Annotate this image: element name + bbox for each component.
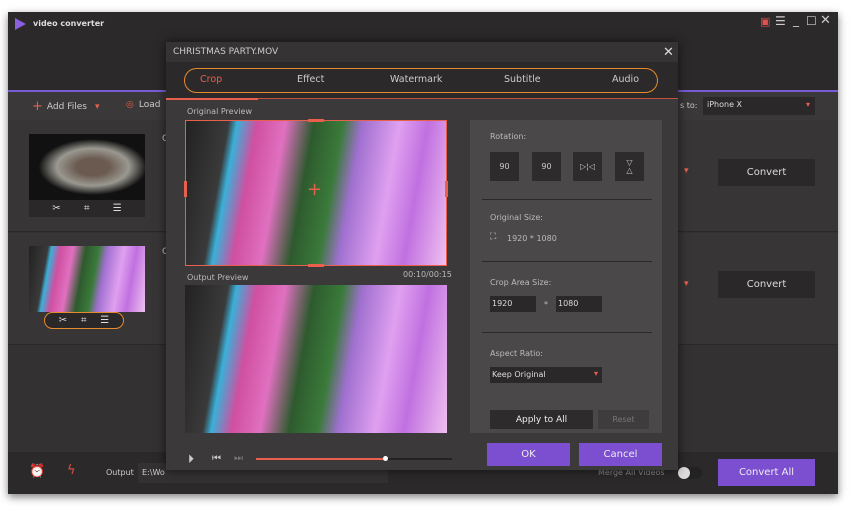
- crop-handle[interactable]: [184, 181, 187, 197]
- minimize-icon[interactable]: _: [793, 13, 799, 27]
- aspect-ratio-value: Keep Original: [492, 370, 546, 379]
- scissors-icon[interactable]: ✂: [59, 315, 67, 326]
- tab-crop[interactable]: Crop: [200, 74, 222, 85]
- rotate-right-button[interactable]: 90: [532, 152, 561, 181]
- plus-icon: +: [32, 99, 43, 114]
- divider: [482, 261, 652, 262]
- logo-icon: [15, 18, 26, 30]
- chevron-down-icon[interactable]: ▾: [684, 279, 689, 289]
- crop-width-input[interactable]: 1920: [490, 296, 536, 312]
- output-preview: [185, 285, 447, 433]
- apply-to-all-button[interactable]: Apply to All: [490, 410, 593, 429]
- original-size-label: Original Size:: [490, 213, 543, 222]
- tab-audio[interactable]: Audio: [612, 74, 639, 85]
- flip-vertical-icon: ▽ △: [626, 157, 633, 175]
- convert-button[interactable]: Convert: [718, 159, 815, 186]
- next-icon[interactable]: ⏭: [234, 453, 243, 464]
- chevron-down-icon[interactable]: ▾: [95, 102, 100, 112]
- format-select[interactable]: iPhone X ▾: [703, 97, 815, 115]
- close-icon[interactable]: ✕: [820, 13, 831, 28]
- thumbnail-tools: ✂ ⌗ ☰: [29, 200, 145, 217]
- time-readout: 00:10/00:15: [403, 270, 452, 279]
- load-label: Load: [138, 100, 161, 110]
- previous-icon[interactable]: ⏮: [212, 453, 221, 464]
- tab-subtitle[interactable]: Subtitle: [504, 74, 541, 85]
- reset-button[interactable]: Reset: [598, 410, 649, 429]
- menu-icon[interactable]: ☰: [775, 14, 786, 28]
- output-path: E:\Wo: [142, 468, 165, 477]
- tab-bar: Crop Effect Watermark Subtitle Audio: [166, 62, 678, 98]
- format-value: iPhone X: [707, 100, 743, 109]
- crop-height-value: 1080: [558, 299, 579, 308]
- chevron-down-icon: ▾: [593, 369, 598, 378]
- load-button[interactable]: ◎ Load: [126, 100, 160, 110]
- thumbnail-tools: ✂ ⌗ ☰: [44, 312, 124, 329]
- crop-height-input[interactable]: 1080: [556, 296, 602, 312]
- add-files-button[interactable]: + Add Files ▾: [32, 99, 99, 114]
- maximize-icon[interactable]: ☐: [806, 14, 817, 28]
- divider: [482, 199, 652, 200]
- convert-to-label: s to:: [680, 101, 698, 110]
- divider: [482, 332, 652, 333]
- gift-icon[interactable]: ▣: [760, 15, 770, 28]
- fullscreen-icon: ⛶: [490, 232, 497, 242]
- output-preview-label: Output Preview: [187, 273, 249, 282]
- lightning-icon[interactable]: ϟ: [67, 463, 76, 478]
- slider-thumb[interactable]: [383, 456, 389, 461]
- close-icon[interactable]: ✕: [663, 45, 674, 60]
- app-title: video converter: [33, 19, 105, 28]
- rotate-right-icon: 90: [541, 162, 552, 171]
- aspect-ratio-label: Aspect Ratio:: [490, 349, 543, 358]
- crop-width-value: 1920: [492, 299, 513, 308]
- cancel-button[interactable]: Cancel: [579, 443, 662, 466]
- edit-dialog: CHRISTMAS PARTY.MOV ✕ Crop Effect Waterm…: [166, 42, 678, 470]
- crop-icon[interactable]: ⌗: [84, 203, 90, 214]
- crop-area-label: Crop Area Size:: [490, 278, 552, 287]
- aspect-ratio-select[interactable]: Keep Original ▾: [490, 367, 602, 383]
- video-thumbnail[interactable]: [29, 246, 145, 312]
- output-label: Output: [106, 468, 134, 477]
- add-files-label: Add Files: [46, 101, 87, 112]
- alarm-clock-icon[interactable]: ⏰: [29, 464, 45, 479]
- crop-separator: *: [544, 300, 548, 309]
- flip-vertical-button[interactable]: ▽ △: [615, 152, 644, 181]
- merge-toggle[interactable]: [678, 467, 702, 479]
- video-thumbnail[interactable]: [29, 134, 145, 200]
- sliders-icon[interactable]: ☰: [100, 315, 109, 326]
- crop-settings-panel: Rotation: 90 90 ▷¦◁ ▽ △ Original Size: ⛶ …: [470, 120, 662, 433]
- crosshair-icon: +: [307, 179, 323, 200]
- flip-horizontal-button[interactable]: ▷¦◁: [573, 152, 602, 181]
- ok-button[interactable]: OK: [487, 443, 570, 466]
- rotate-left-icon: 90: [499, 162, 510, 171]
- scissors-icon[interactable]: ✂: [52, 203, 60, 214]
- tab-effect[interactable]: Effect: [297, 74, 324, 85]
- original-size-value: 1920 * 1080: [507, 234, 557, 243]
- sliders-icon[interactable]: ☰: [113, 203, 122, 214]
- crop-handle[interactable]: [445, 181, 448, 197]
- flip-horizontal-icon: ▷¦◁: [580, 162, 595, 171]
- rotate-left-button[interactable]: 90: [490, 152, 519, 181]
- rotation-label: Rotation:: [490, 132, 527, 141]
- progress-slider[interactable]: [256, 456, 452, 461]
- crop-handle[interactable]: [308, 264, 324, 267]
- convert-all-button[interactable]: Convert All: [718, 459, 815, 486]
- active-tab-indicator: [166, 98, 258, 100]
- play-icon[interactable]: ⏵: [188, 452, 194, 467]
- original-preview-label: Original Preview: [187, 107, 252, 116]
- chevron-down-icon[interactable]: ▾: [684, 166, 689, 176]
- original-preview[interactable]: +: [184, 119, 448, 267]
- tab-watermark[interactable]: Watermark: [390, 74, 442, 85]
- dialog-title: CHRISTMAS PARTY.MOV: [166, 42, 678, 62]
- chevron-down-icon: ▾: [805, 100, 810, 109]
- crop-icon[interactable]: ⌗: [81, 315, 87, 326]
- disc-icon: ◎: [126, 100, 134, 110]
- convert-button[interactable]: Convert: [718, 271, 815, 298]
- crop-handle[interactable]: [308, 119, 324, 122]
